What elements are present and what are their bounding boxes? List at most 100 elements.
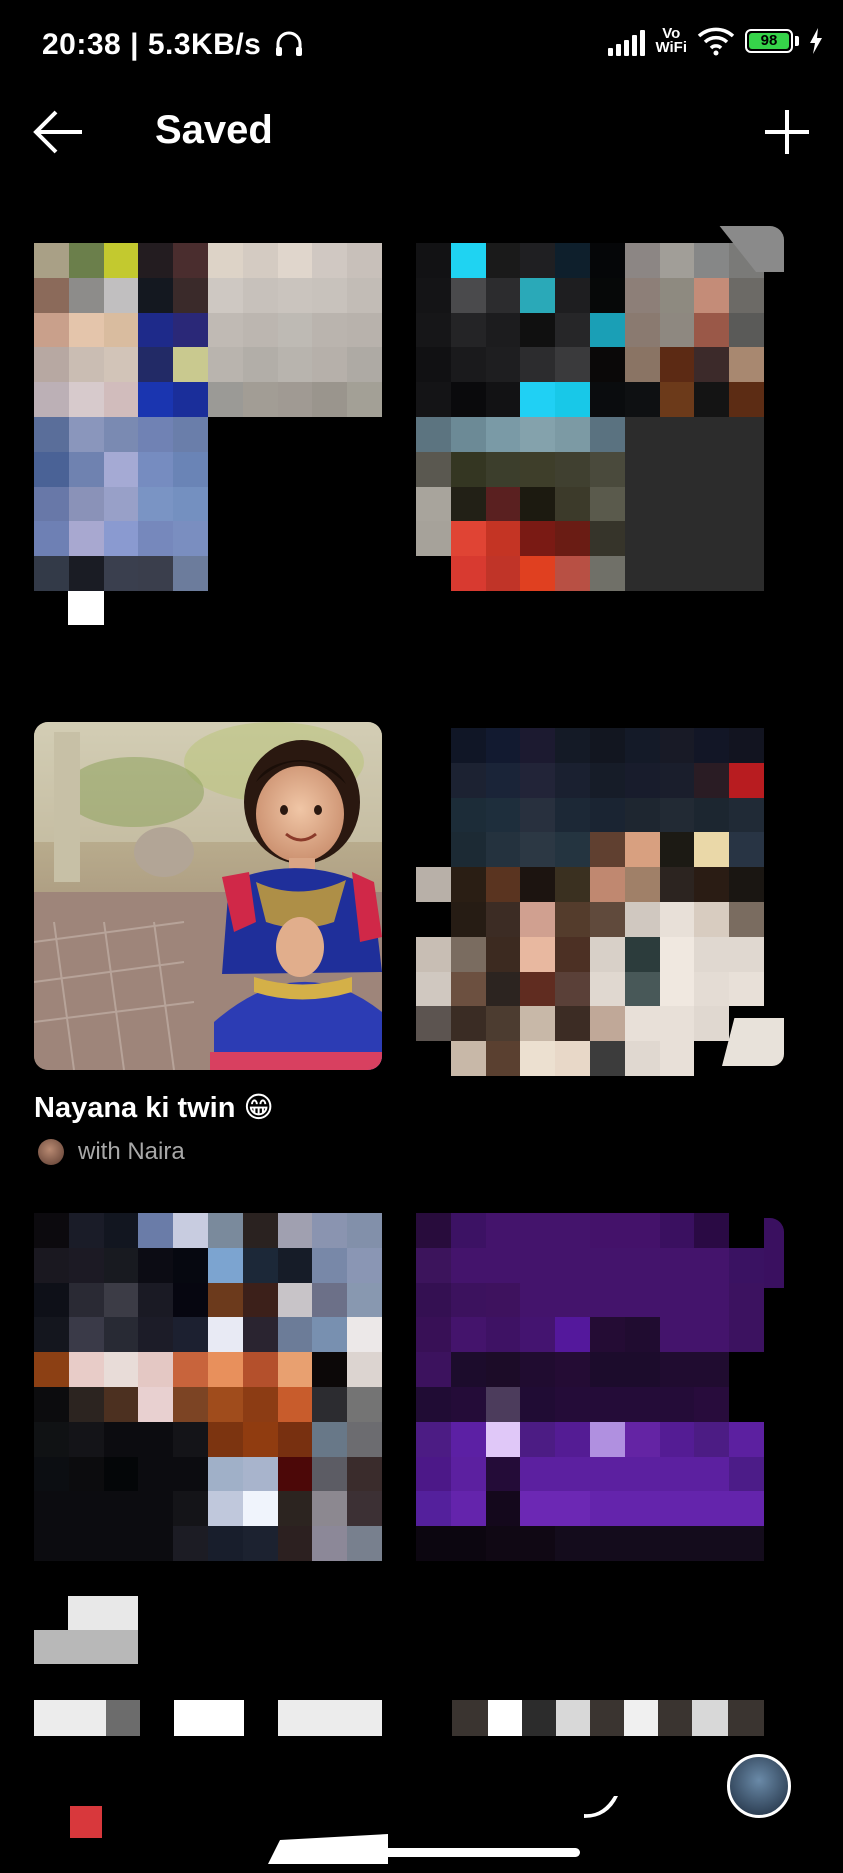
mosaic-cell (520, 1421, 556, 1457)
mosaic-cell (312, 1247, 348, 1283)
home-icon[interactable] (66, 1804, 106, 1840)
mosaic-cell (207, 1247, 243, 1283)
mosaic-cell (207, 312, 243, 348)
mosaic-cell (312, 1421, 348, 1457)
mosaic-cell (207, 556, 243, 591)
mosaic-cell (416, 486, 451, 522)
mosaic-cell (450, 1491, 486, 1527)
mosaic-cell (207, 243, 243, 278)
mosaic-cell (68, 1317, 104, 1353)
mosaic-cell (589, 762, 625, 798)
mosaic-cell (312, 277, 348, 313)
collection-title[interactable]: Nayana ki twin 😁 (34, 1090, 274, 1125)
mosaic-cell (416, 762, 451, 798)
mosaic-cell (347, 1317, 382, 1353)
new-collection-button[interactable] (759, 104, 815, 160)
home-indicator[interactable] (280, 1848, 580, 1857)
mosaic-cell (694, 832, 730, 868)
mosaic-cell (138, 1352, 174, 1387)
mosaic-cell (520, 416, 556, 452)
mosaic-cell (450, 1456, 486, 1492)
collection-tile-5[interactable] (34, 1213, 382, 1561)
mosaic-cell (589, 521, 625, 557)
mosaic-cell (68, 556, 104, 591)
mosaic-cell (659, 486, 695, 522)
mosaic-cell (103, 1247, 139, 1283)
mosaic-cell (624, 1526, 660, 1561)
mosaic-cell (729, 347, 764, 383)
mosaic-cell (659, 1421, 695, 1457)
plus-icon (765, 110, 809, 154)
mosaic-cell (485, 728, 521, 763)
collection-tile-4[interactable] (416, 728, 764, 1076)
mosaic-cell (68, 1247, 104, 1283)
mosaic-cell (729, 1386, 764, 1422)
mosaic-cell (589, 1041, 625, 1076)
mosaic-cell (624, 832, 660, 868)
wifi-icon (697, 27, 735, 56)
mosaic-cell (207, 1491, 243, 1527)
mosaic-cell (312, 486, 348, 522)
collection-tile-2[interactable] (416, 243, 764, 591)
mosaic-cell (520, 556, 556, 591)
mosaic-cell (624, 867, 660, 902)
mosaic-cell (242, 347, 278, 383)
mosaic-cell (694, 243, 730, 278)
mosaic-cell (694, 451, 730, 487)
mosaic-cell (242, 312, 278, 348)
mosaic-cell (347, 486, 382, 522)
back-button[interactable] (30, 106, 94, 158)
mosaic-cell (347, 312, 382, 348)
mosaic-cell (347, 416, 382, 452)
mosaic-cell (659, 1041, 695, 1076)
mosaic-cell (312, 1282, 348, 1318)
mosaic-cell (173, 312, 208, 348)
mosaic-cell (103, 1491, 139, 1527)
mosaic-cell (555, 936, 590, 972)
reels-icon[interactable] (584, 1796, 618, 1818)
mosaic-cell (694, 1247, 730, 1283)
collection-title-redacted (68, 1596, 138, 1630)
mosaic-cell (485, 1247, 521, 1283)
mosaic-cell (34, 1386, 69, 1422)
mosaic-cell (416, 451, 451, 487)
collection-tile-partial[interactable] (34, 1700, 106, 1736)
mosaic-cell (450, 728, 486, 763)
collection-tile-partial[interactable] (452, 1700, 488, 1736)
mosaic-cell (416, 1006, 451, 1042)
mosaic-cell (589, 832, 625, 868)
profile-avatar-icon[interactable] (727, 1754, 791, 1818)
mosaic-cell (589, 1456, 625, 1492)
mosaic-cell (103, 1352, 139, 1387)
collection-tile-1[interactable] (34, 243, 382, 591)
mosaic-cell (624, 797, 660, 833)
mosaic-cell (450, 312, 486, 348)
mosaic-cell (624, 901, 660, 937)
mosaic-cell (173, 1491, 208, 1527)
mosaic-cell (520, 797, 556, 833)
mosaic-cell (659, 451, 695, 487)
mosaic-cell (68, 347, 104, 383)
mosaic-cell (589, 416, 625, 452)
battery-level: 98 (749, 33, 789, 49)
mosaic-cell (624, 243, 660, 278)
collection-tile-nayana[interactable] (34, 722, 382, 1070)
mosaic-cell (450, 901, 486, 937)
mosaic-cell (242, 1213, 278, 1248)
mosaic-cell (555, 867, 590, 902)
collection-tile-6[interactable] (416, 1213, 764, 1561)
mosaic-cell (68, 312, 104, 348)
mosaic-cell (520, 1352, 556, 1387)
mosaic-cell (729, 1352, 764, 1387)
mosaic-cell (694, 971, 730, 1007)
mosaic-cell (659, 1526, 695, 1561)
mosaic-cell (138, 1213, 174, 1248)
collection-cover-photo (34, 722, 382, 1070)
mosaic-cell (694, 486, 730, 522)
mosaic-cell (416, 1456, 451, 1492)
mosaic-cell (485, 762, 521, 798)
mosaic-cell (729, 1456, 764, 1492)
mosaic-cell (694, 521, 730, 557)
mosaic-cell (34, 1317, 69, 1353)
mosaic-cell (485, 797, 521, 833)
